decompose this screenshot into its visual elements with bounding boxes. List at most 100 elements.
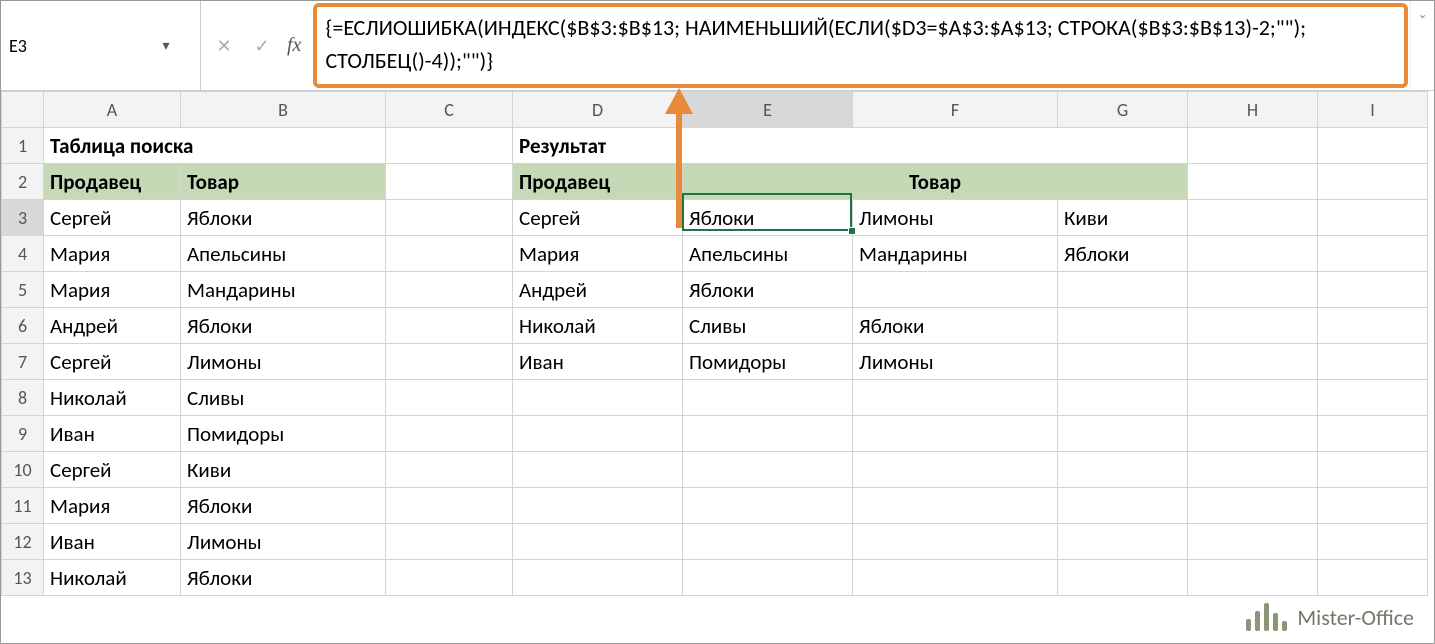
col-header-A[interactable]: A bbox=[44, 92, 181, 128]
cell[interactable] bbox=[386, 344, 513, 380]
row-header-3[interactable]: 3 bbox=[2, 200, 44, 236]
row-header-5[interactable]: 5 bbox=[2, 272, 44, 308]
name-box[interactable] bbox=[1, 31, 151, 61]
cell[interactable]: Николай bbox=[513, 308, 683, 344]
cell[interactable] bbox=[513, 416, 683, 452]
cell[interactable] bbox=[386, 452, 513, 488]
cell[interactable]: Мандарины bbox=[853, 236, 1058, 272]
result-seller-header[interactable]: Продавец bbox=[513, 164, 683, 200]
cell[interactable] bbox=[1058, 380, 1188, 416]
cell[interactable]: Апельсины bbox=[181, 236, 386, 272]
cell[interactable]: Помидоры bbox=[181, 416, 386, 452]
cell[interactable] bbox=[1188, 452, 1318, 488]
cell[interactable]: Андрей bbox=[513, 272, 683, 308]
row-header-13[interactable]: 13 bbox=[2, 560, 44, 596]
title-search[interactable]: Таблица поиска bbox=[44, 128, 386, 164]
row-header-12[interactable]: 12 bbox=[2, 524, 44, 560]
cell[interactable]: Иван bbox=[44, 524, 181, 560]
insert-function-button[interactable]: fx bbox=[281, 34, 307, 57]
cell[interactable] bbox=[683, 524, 853, 560]
cell[interactable] bbox=[683, 416, 853, 452]
cell[interactable] bbox=[1318, 236, 1428, 272]
cell[interactable] bbox=[683, 452, 853, 488]
row-header-7[interactable]: 7 bbox=[2, 344, 44, 380]
cell[interactable]: Лимоны bbox=[181, 344, 386, 380]
col-header-C[interactable]: C bbox=[386, 92, 513, 128]
cell[interactable] bbox=[1188, 344, 1318, 380]
expand-formula-bar-icon[interactable]: ⌄ bbox=[1410, 1, 1434, 90]
active-cell-E3[interactable]: Яблоки bbox=[683, 200, 853, 236]
col-header-I[interactable]: I bbox=[1318, 92, 1428, 128]
col-header-D[interactable]: D bbox=[513, 92, 683, 128]
cell[interactable] bbox=[386, 164, 513, 200]
cell[interactable]: Яблоки bbox=[181, 488, 386, 524]
title-result[interactable]: Результат bbox=[513, 128, 1188, 164]
cell[interactable]: Сливы bbox=[181, 380, 386, 416]
cell[interactable]: Мандарины bbox=[181, 272, 386, 308]
cell[interactable] bbox=[1318, 308, 1428, 344]
cell[interactable] bbox=[386, 524, 513, 560]
cell[interactable]: Киви bbox=[1058, 200, 1188, 236]
cell[interactable] bbox=[513, 488, 683, 524]
cell[interactable]: Мария bbox=[513, 236, 683, 272]
cell[interactable] bbox=[386, 416, 513, 452]
cell[interactable] bbox=[853, 524, 1058, 560]
cell[interactable] bbox=[853, 488, 1058, 524]
lookup-seller-header[interactable]: Продавец bbox=[44, 164, 181, 200]
cell[interactable] bbox=[513, 452, 683, 488]
col-header-F[interactable]: F bbox=[853, 92, 1058, 128]
cell[interactable] bbox=[853, 416, 1058, 452]
cell[interactable] bbox=[1318, 560, 1428, 596]
cell[interactable] bbox=[1188, 380, 1318, 416]
col-header-H[interactable]: H bbox=[1188, 92, 1318, 128]
formula-input-wrap[interactable]: {=ЕСЛИОШИБКА(ИНДЕКС($B$3:$B$13; НАИМЕНЬШ… bbox=[311, 1, 1410, 90]
cell[interactable] bbox=[853, 452, 1058, 488]
cell[interactable]: Сергей bbox=[44, 344, 181, 380]
cell[interactable] bbox=[513, 380, 683, 416]
cell[interactable] bbox=[1188, 272, 1318, 308]
cell[interactable]: Яблоки bbox=[1058, 236, 1188, 272]
row-header-4[interactable]: 4 bbox=[2, 236, 44, 272]
cell[interactable] bbox=[1318, 128, 1428, 164]
cell[interactable] bbox=[853, 380, 1058, 416]
cell[interactable] bbox=[853, 272, 1058, 308]
cell[interactable]: Андрей bbox=[44, 308, 181, 344]
cell[interactable] bbox=[853, 560, 1058, 596]
cell[interactable] bbox=[1188, 200, 1318, 236]
cell[interactable] bbox=[386, 128, 513, 164]
cell[interactable] bbox=[1058, 452, 1188, 488]
spreadsheet-grid[interactable]: A B C D E F G H I 1 Таблица поиска Резул… bbox=[1, 91, 1434, 596]
cancel-button[interactable]: ✕ bbox=[205, 35, 243, 57]
cell[interactable]: Сергей bbox=[44, 452, 181, 488]
cell[interactable] bbox=[1058, 416, 1188, 452]
enter-button[interactable]: ✓ bbox=[243, 35, 281, 57]
cell[interactable]: Иван bbox=[513, 344, 683, 380]
cell[interactable] bbox=[1188, 416, 1318, 452]
cell[interactable] bbox=[386, 236, 513, 272]
cell[interactable]: Лимоны bbox=[853, 344, 1058, 380]
result-product-header[interactable]: Товар bbox=[683, 164, 1188, 200]
cell[interactable] bbox=[1318, 416, 1428, 452]
cell[interactable] bbox=[1318, 164, 1428, 200]
row-header-8[interactable]: 8 bbox=[2, 380, 44, 416]
cell[interactable]: Сергей bbox=[44, 200, 181, 236]
cell[interactable] bbox=[1188, 164, 1318, 200]
cell[interactable] bbox=[1058, 524, 1188, 560]
cell[interactable] bbox=[386, 308, 513, 344]
cell[interactable]: Мария bbox=[44, 236, 181, 272]
cell[interactable]: Иван bbox=[44, 416, 181, 452]
cell[interactable]: Сергей bbox=[513, 200, 683, 236]
row-header-9[interactable]: 9 bbox=[2, 416, 44, 452]
select-all-corner[interactable] bbox=[2, 92, 44, 128]
cell[interactable] bbox=[1318, 452, 1428, 488]
cell[interactable]: Апельсины bbox=[683, 236, 853, 272]
cell[interactable] bbox=[386, 560, 513, 596]
cell[interactable] bbox=[1058, 488, 1188, 524]
cell[interactable] bbox=[513, 524, 683, 560]
cell[interactable] bbox=[1188, 128, 1318, 164]
cell[interactable]: Яблоки bbox=[683, 272, 853, 308]
cell[interactable]: Сливы bbox=[683, 308, 853, 344]
cell[interactable] bbox=[1188, 560, 1318, 596]
col-header-E[interactable]: E bbox=[683, 92, 853, 128]
cell[interactable] bbox=[1058, 272, 1188, 308]
